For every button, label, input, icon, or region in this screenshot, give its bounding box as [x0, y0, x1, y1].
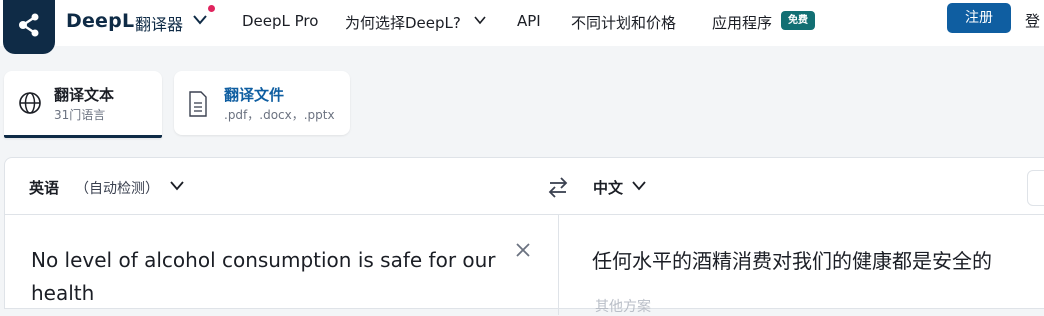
source-text-input[interactable]: No level of alcohol consumption is safe … — [31, 244, 501, 310]
brand-name[interactable]: DeepL — [66, 10, 134, 32]
nav-why-deepl[interactable]: 为何选择DeepL? — [345, 12, 461, 33]
auto-detect-label: （自动检测） — [75, 181, 159, 197]
close-icon[interactable] — [515, 242, 531, 258]
globe-icon — [19, 92, 41, 114]
language-bar: 英语 （自动检测） 中文 — [5, 158, 1044, 215]
nav-apps[interactable]: 应用程序 — [712, 12, 772, 33]
signup-button[interactable]: 注册 — [947, 3, 1011, 33]
document-icon — [189, 91, 207, 117]
top-nav: DeepL 翻译器 DeepL Pro 为何选择DeepL? API 不同计划和… — [0, 0, 1044, 54]
chevron-down-icon[interactable] — [474, 16, 486, 25]
login-link[interactable]: 登 — [1025, 10, 1040, 31]
tab-translate-text[interactable]: 翻译文本 31门语言 — [4, 71, 162, 138]
tab-title: 翻译文件 — [224, 86, 285, 104]
target-options-button[interactable] — [1027, 170, 1044, 206]
nav-pricing[interactable]: 不同计划和价格 — [571, 12, 676, 33]
tab-subtitle: .pdf，.docx，.pptx — [224, 108, 335, 122]
tab-translate-files[interactable]: 翻译文件 .pdf，.docx，.pptx — [174, 71, 350, 135]
swap-languages-icon[interactable] — [546, 176, 570, 198]
alternatives-label: 其他方案 — [595, 299, 651, 315]
target-language-select[interactable]: 中文 — [593, 177, 623, 198]
notification-dot — [208, 5, 215, 12]
chevron-down-icon[interactable] — [169, 181, 185, 191]
translation-output[interactable]: 任何水平的酒精消费对我们的健康都是安全的 — [592, 245, 992, 274]
panel-divider — [558, 215, 559, 315]
translator-panel: 英语 （自动检测） 中文 No level of alcohol consump… — [4, 157, 1044, 315]
source-language-select[interactable]: 英语 — [29, 177, 59, 198]
nav-api[interactable]: API — [517, 12, 541, 30]
tab-subtitle: 31门语言 — [54, 108, 106, 122]
chevron-down-icon[interactable] — [192, 14, 208, 26]
deepl-logo[interactable] — [3, 0, 55, 54]
share-nodes-icon — [19, 13, 39, 37]
nav-deepl-pro[interactable]: DeepL Pro — [242, 12, 318, 30]
free-badge: 免费 — [781, 11, 815, 30]
chevron-down-icon[interactable] — [631, 181, 647, 191]
tab-title: 翻译文本 — [54, 86, 115, 104]
brand-product[interactable]: 翻译器 — [135, 11, 183, 35]
